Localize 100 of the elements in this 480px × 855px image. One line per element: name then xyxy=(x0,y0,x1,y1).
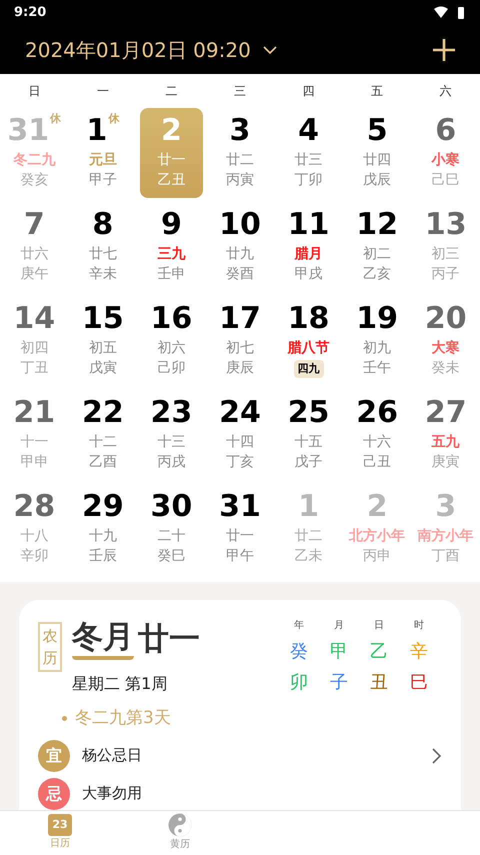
day-cell[interactable]: 9 三九 壬申 xyxy=(140,202,203,292)
ganzhi-label: 乙亥 xyxy=(363,265,392,284)
date-picker-button[interactable]: 2024年01月02日 09:20 xyxy=(25,35,277,66)
status-time: 9:20 xyxy=(14,4,46,22)
lunar-date: 南方小年 xyxy=(418,526,474,546)
weekday-label: 日 xyxy=(27,83,42,100)
ganzhi-label: 己巳 xyxy=(432,171,460,190)
ganzhi-label: 癸酉 xyxy=(226,265,254,284)
day-cell[interactable]: 4 廿三 丁卯 xyxy=(277,108,340,198)
lunar-date: 初九 xyxy=(363,339,392,358)
day-number: 17 xyxy=(219,300,261,338)
day-cell[interactable]: 21 十一 甲申 xyxy=(3,390,66,480)
lunar-month: 冬月 xyxy=(72,618,134,660)
lunar-date: 元旦 xyxy=(88,151,117,170)
weekday-label: 五 xyxy=(370,83,384,100)
day-cell[interactable]: 18 腊八节 四九 xyxy=(277,296,340,386)
ganzhi-label: 丁卯 xyxy=(294,171,323,190)
day-number: 26 xyxy=(356,394,398,432)
day-number: 27 xyxy=(424,394,467,432)
almanac-row[interactable]: 忌 大事勿用 xyxy=(38,778,442,810)
weekday-label: 四 xyxy=(302,83,316,100)
earthly-branch: 卯 xyxy=(290,670,308,695)
heavenly-stem: 乙 xyxy=(370,640,388,664)
status-icons xyxy=(434,6,466,20)
day-number: 29 xyxy=(82,488,124,526)
lunar-date: 初七 xyxy=(226,339,254,358)
weekday-label: 二 xyxy=(164,83,178,100)
day-cell[interactable]: 15 初五 戊寅 xyxy=(72,296,134,386)
day-cell[interactable]: 28 十八 辛卯 xyxy=(3,484,66,574)
ganzhi-label: 丁酉 xyxy=(432,547,460,566)
day-cell[interactable]: 22 十二 乙酉 xyxy=(72,390,134,480)
day-cell[interactable]: 17 初七 庚辰 xyxy=(208,296,272,386)
day-number: 1 xyxy=(86,112,108,150)
day-cell[interactable]: 19 初九 壬午 xyxy=(346,296,408,386)
day-number: 25 xyxy=(288,394,330,432)
day-cell[interactable]: 13 初三 丙子 xyxy=(414,202,477,292)
pillar-heading: 月 xyxy=(333,619,345,634)
day-number: 19 xyxy=(356,300,398,338)
weekday-label: 六 xyxy=(438,83,453,100)
lunar-date: 十六 xyxy=(363,433,392,452)
day-cell[interactable]: 3 廿二 丙寅 xyxy=(208,108,272,198)
day-number: 8 xyxy=(92,206,114,244)
day-cell[interactable]: 11 腊月 甲戌 xyxy=(277,202,340,292)
ganzhi-label: 乙未 xyxy=(294,547,323,566)
day-cell[interactable]: 29 十九 壬辰 xyxy=(72,484,134,574)
add-icon[interactable] xyxy=(433,39,455,62)
lunar-date: 廿一 xyxy=(157,151,186,170)
almanac-row[interactable]: 宜 杨公忌日 xyxy=(38,740,442,772)
day-cell[interactable]: 27 五九 庚寅 xyxy=(414,390,477,480)
day-cell[interactable]: 6 小寒 己巳 xyxy=(414,108,477,198)
ganzhi-label: 癸亥 xyxy=(20,171,48,190)
heavenly-stem: 甲 xyxy=(330,640,348,664)
day-number: 31 xyxy=(219,488,261,526)
ganzhi-label: 辛未 xyxy=(88,265,117,284)
lunar-date: 大寒 xyxy=(432,338,460,358)
lunar-date: 十四 xyxy=(226,433,254,452)
lunar-day: 廿一 xyxy=(138,618,200,660)
ganzhi-label: 甲申 xyxy=(20,453,48,472)
ganzhi-label: 癸未 xyxy=(432,359,460,378)
lunar-date: 初三 xyxy=(432,245,460,264)
day-cell[interactable]: 24 十四 丁亥 xyxy=(208,390,272,480)
day-number: 3 xyxy=(230,112,250,150)
day-cell[interactable]: 31 廿一 甲午 xyxy=(208,484,272,574)
day-number: 28 xyxy=(13,488,56,526)
weekday-label: 三 xyxy=(232,83,247,100)
lunar-date: 十二 xyxy=(88,433,117,452)
ganzhi-label: 庚辰 xyxy=(226,359,254,378)
yin-yang-icon xyxy=(168,813,192,838)
day-number: 1 xyxy=(298,488,319,526)
weekday-label: 一 xyxy=(96,83,110,100)
almanac-mark: 忌 xyxy=(38,778,70,810)
lunar-date: 廿六 xyxy=(20,245,48,264)
day-cell[interactable]: 14 初四 丁丑 xyxy=(3,296,66,386)
day-cell[interactable]: 12 初二 乙亥 xyxy=(346,202,408,292)
ganzhi-label: 乙丑 xyxy=(157,171,186,190)
ganzhi-label: 甲子 xyxy=(88,171,117,190)
day-cell[interactable]: 25 十五 戊子 xyxy=(277,390,340,480)
lunar-date: 廿三 xyxy=(294,151,323,170)
weekday-week: 星期二 第1周 xyxy=(72,673,168,696)
day-cell[interactable]: 5 廿四 戊辰 xyxy=(346,108,408,198)
day-cell[interactable]: 7 廿六 庚午 xyxy=(3,202,66,292)
day-number: 3 xyxy=(435,488,456,526)
day-cell[interactable]: 8 廿七 辛未 xyxy=(72,202,134,292)
almanac-mark: 宜 xyxy=(38,740,70,772)
day-cell[interactable]: 26 十六 己丑 xyxy=(346,390,408,480)
almanac-text: 杨公忌日 xyxy=(82,745,143,766)
day-cell[interactable]: 10 廿九 癸酉 xyxy=(208,202,272,292)
day-cell[interactable]: 30 二十 癸巳 xyxy=(140,484,203,574)
lunar-date: 初六 xyxy=(157,339,186,358)
day-number: 21 xyxy=(13,394,56,432)
lunar-badge: 农历 xyxy=(38,622,62,672)
day-number: 12 xyxy=(356,206,398,244)
day-number: 18 xyxy=(288,300,330,338)
day-number: 4 xyxy=(298,112,319,150)
lunar-date: 十九 xyxy=(88,527,117,546)
earthly-branch: 子 xyxy=(330,670,348,695)
day-cell[interactable]: 23 十三 丙戌 xyxy=(140,390,203,480)
day-number: 30 xyxy=(150,488,192,526)
day-cell[interactable]: 20 大寒 癸未 xyxy=(414,296,477,386)
day-cell[interactable]: 16 初六 己卯 xyxy=(140,296,203,386)
